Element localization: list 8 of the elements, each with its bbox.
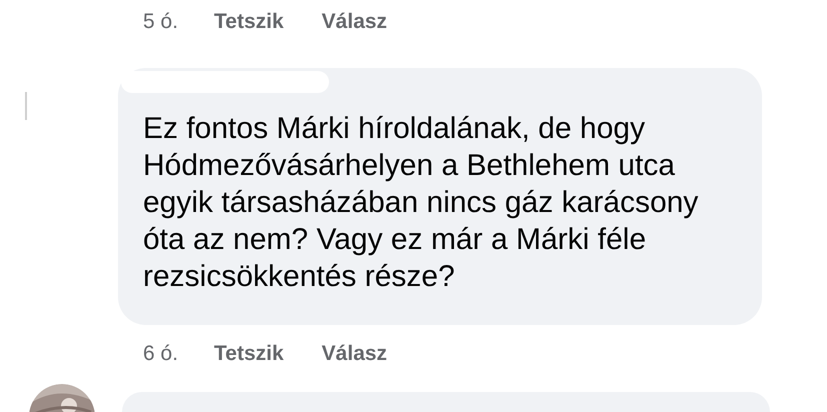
comment-time: 5 ó. — [143, 10, 178, 34]
action-link[interactable]: Tetszik — [214, 342, 284, 366]
action-link[interactable]: Válasz — [322, 10, 388, 34]
thread-line — [25, 92, 27, 120]
comment-time: 6 ó. — [143, 342, 178, 366]
action-link[interactable]: Válasz — [322, 342, 388, 366]
comment-text: Ez fontos Márki híroldalának, de hogy Hódmezővásárhelyen a Bethlehem utca egyik társasházában nincs gáz karácsony óta az nem? Vagy ez már a Márki féle rezsicsökkentés része? — [143, 111, 700, 295]
action-link[interactable]: Tetszik — [214, 10, 284, 34]
